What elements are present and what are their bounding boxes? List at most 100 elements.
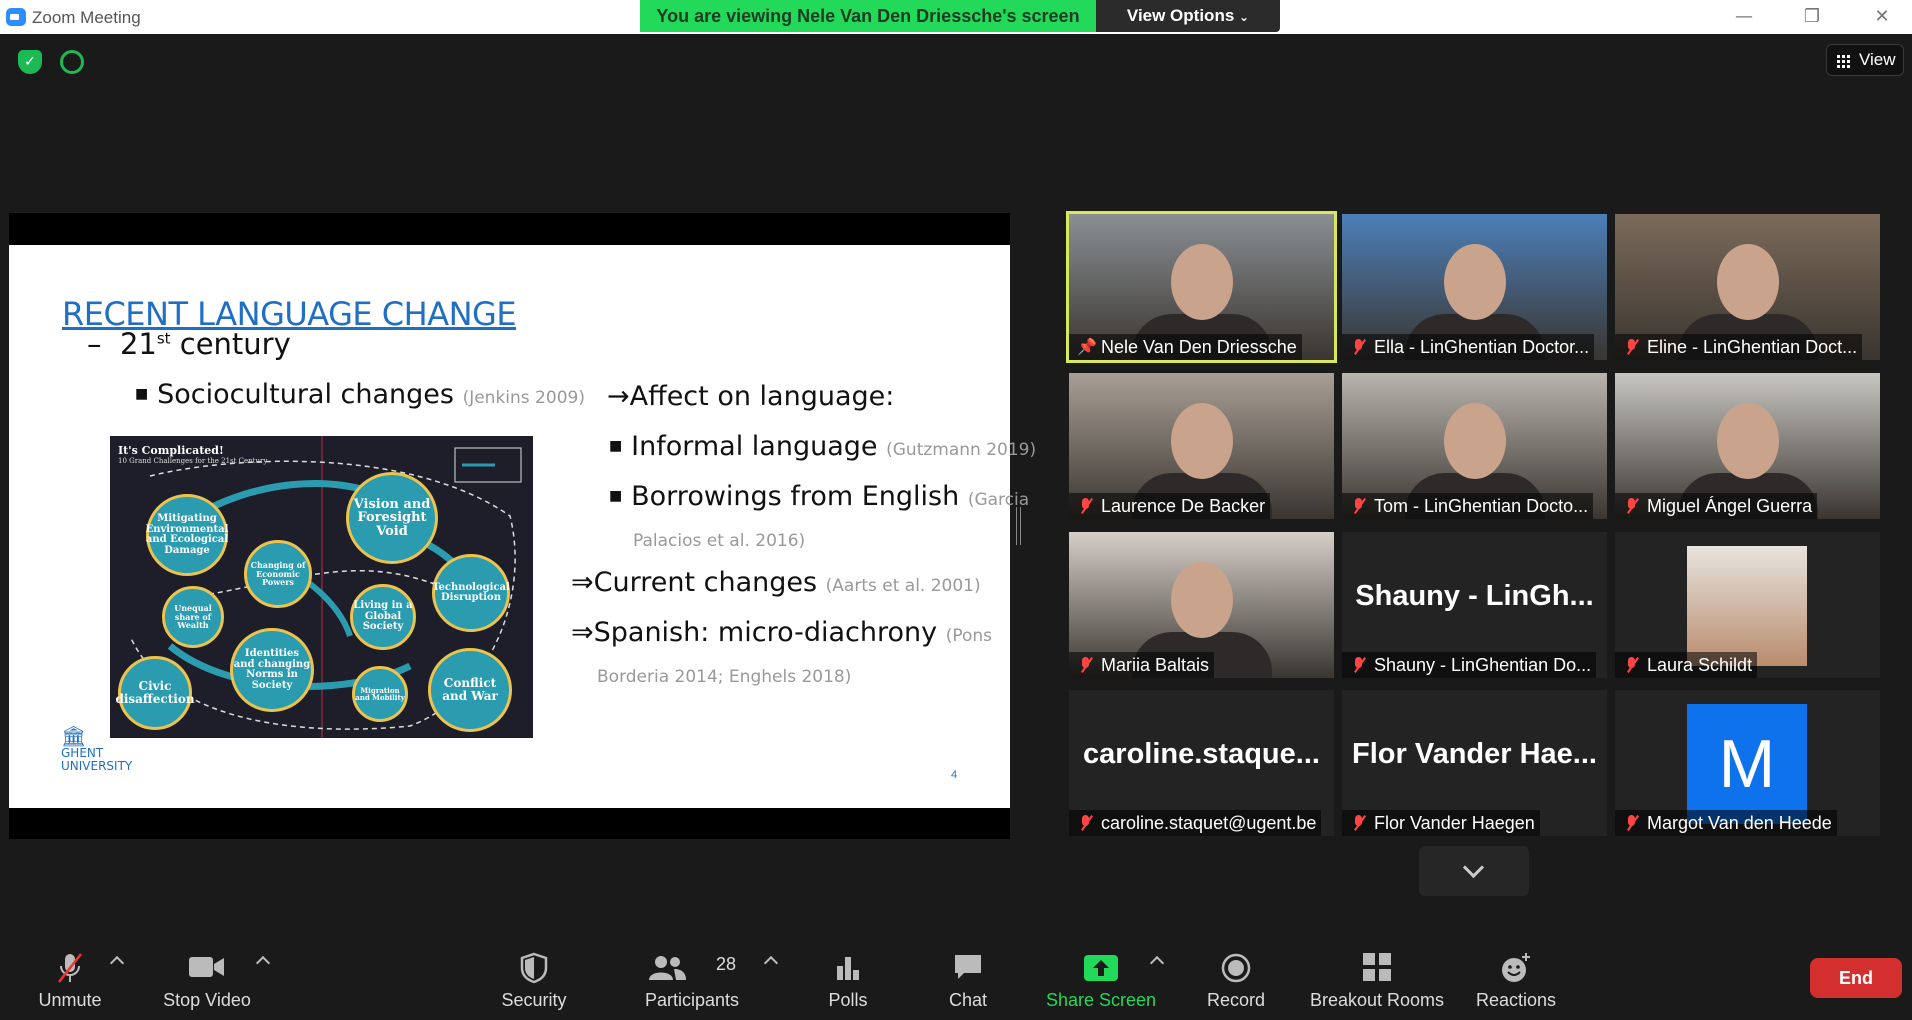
split-resize-handle[interactable] xyxy=(1016,507,1021,545)
restore-icon[interactable]: ❐ xyxy=(1782,2,1842,32)
muted-mic-icon xyxy=(1077,656,1095,674)
participant-name-label: Nele Van Den Driessche xyxy=(1069,334,1302,360)
profile-photo xyxy=(1687,546,1807,666)
century-rest: century xyxy=(170,327,291,361)
participant-tile[interactable]: Tom - LinGhentian Docto... xyxy=(1342,373,1607,519)
network-status-icon[interactable] xyxy=(60,50,84,74)
stop-video-label: Stop Video xyxy=(163,990,251,1010)
security-label: Security xyxy=(501,990,567,1010)
citation-cont: Borderia 2014; Enghels 2018) xyxy=(597,667,852,687)
minimize-icon[interactable]: — xyxy=(1714,2,1774,32)
reactions-label: Reactions xyxy=(1475,990,1557,1010)
window-title: Zoom Meeting xyxy=(32,8,141,27)
participant-tile[interactable]: Ella - LinGhentian Doctor... xyxy=(1342,214,1607,360)
share-screen-label: Share Screen xyxy=(1045,990,1157,1010)
breakout-rooms-button[interactable]: Breakout Rooms xyxy=(1304,936,1450,1020)
security-button[interactable]: Security xyxy=(484,936,584,1020)
bubble-wealth: Unequal share of Wealth xyxy=(162,586,224,648)
breakout-rooms-label: Breakout Rooms xyxy=(1309,990,1445,1010)
participant-tile[interactable]: Nele Van Den Driessche 📌 xyxy=(1066,211,1337,363)
bullet-sociocultural: ■ Sociocultural changes (Jenkins 2009) xyxy=(135,379,585,410)
bubble-vision: Vision and Foresight Void xyxy=(346,472,438,564)
participant-silhouette xyxy=(1170,562,1233,638)
double-arrow-icon: ⇒ xyxy=(571,617,594,648)
participant-tile[interactable]: Mariia Baltais xyxy=(1069,532,1334,678)
muted-mic-icon xyxy=(1623,656,1641,674)
slide-number: 4 xyxy=(951,769,958,781)
participant-name-label: Tom - LinGhentian Docto... xyxy=(1342,493,1594,519)
building-icon: 🏛 xyxy=(61,724,87,748)
participant-silhouette xyxy=(1170,403,1233,479)
record-icon xyxy=(1221,953,1251,983)
participants-button[interactable]: Participants xyxy=(632,936,752,1020)
participant-display-name: Flor Vander Hae... xyxy=(1352,738,1597,770)
logo-line-2: UNIVERSITY xyxy=(61,759,133,773)
muted-mic-icon xyxy=(1077,814,1095,832)
security-shield-icon[interactable]: ✓ xyxy=(18,50,42,74)
participant-tile[interactable]: Eline - LinGhentian Doct... xyxy=(1615,214,1880,360)
double-arrow-icon: ⇒ xyxy=(571,567,594,598)
participant-silhouette xyxy=(1443,244,1506,320)
affect-heading: →Affect on language: xyxy=(607,381,894,412)
century-number: 21 xyxy=(119,327,157,361)
muted-mic-icon xyxy=(1350,814,1368,832)
muted-mic-icon xyxy=(1350,497,1368,515)
citation: (Aarts et al. 2001) xyxy=(825,576,981,596)
view-label: View xyxy=(1859,50,1896,69)
chat-label: Chat xyxy=(948,990,988,1010)
participant-name-label: Ella - LinGhentian Doctor... xyxy=(1342,334,1595,360)
muted-mic-icon xyxy=(1077,497,1095,515)
participant-name-label: caroline.staquet@ugent.be xyxy=(1069,810,1322,836)
unmute-label: Unmute xyxy=(38,990,102,1010)
participants-options-caret[interactable] xyxy=(763,955,779,971)
reactions-smiley-icon xyxy=(1502,953,1530,982)
grand-challenges-figure: It's Complicated! 10 Grand Challenges fo… xyxy=(110,436,533,738)
participant-tile[interactable]: Miguel Ángel Guerra xyxy=(1615,373,1880,519)
video-camera-icon xyxy=(189,957,224,977)
informal-text: Informal language xyxy=(631,431,878,462)
participant-gallery: Nele Van Den Driessche 📌 Ella - LinGhentia… xyxy=(1065,211,1885,836)
participant-tile[interactable]: caroline.staque... caroline.staquet@ugent… xyxy=(1069,690,1334,836)
pin-icon: 📌 xyxy=(1077,337,1097,356)
participant-silhouette xyxy=(1716,403,1779,479)
participant-tile[interactable]: M Margot Van den Heede xyxy=(1615,690,1880,836)
participant-display-name: caroline.staque... xyxy=(1083,738,1320,770)
stop-video-button[interactable]: Stop Video xyxy=(152,936,262,1020)
bubble-economic: Changing of Economic Powers xyxy=(244,540,312,608)
current-changes: ⇒Current changes (Aarts et al. 2001) xyxy=(571,567,981,598)
view-layout-button[interactable]: View xyxy=(1826,44,1904,76)
record-button[interactable]: Record xyxy=(1186,936,1286,1020)
bubble-environment: Mitigating Environmental and Ecological … xyxy=(146,494,228,576)
participant-silhouette xyxy=(1716,244,1779,320)
muted-mic-icon xyxy=(1623,338,1641,356)
chat-button[interactable]: Chat xyxy=(918,936,1018,1020)
spanish-text: Spanish: micro-diachrony xyxy=(593,617,938,648)
grid-icon xyxy=(1837,54,1851,68)
participant-name-label: Miguel Ángel Guerra xyxy=(1615,493,1818,519)
bullet-borrowings: ■ Borrowings from English (Garcia xyxy=(609,481,1029,512)
share-screen-button[interactable]: Share Screen xyxy=(1044,936,1158,1020)
close-icon[interactable]: ✕ xyxy=(1852,2,1912,32)
participant-tile[interactable]: Shauny - LinGh... Shauny - LinGhentian Do… xyxy=(1342,532,1607,678)
muted-mic-icon xyxy=(1623,497,1641,515)
arrow-right-icon: → xyxy=(607,381,630,412)
view-options-button[interactable]: View Options ⌄ xyxy=(1096,0,1280,32)
participant-tile[interactable]: Laurence De Backer xyxy=(1069,373,1334,519)
record-label: Record xyxy=(1206,990,1266,1010)
next-page-chevron-icon[interactable] xyxy=(1419,846,1529,896)
end-meeting-button[interactable]: End xyxy=(1810,958,1902,998)
participant-tile[interactable]: Flor Vander Hae... Flor Vander Haegen xyxy=(1342,690,1607,836)
muted-mic-icon xyxy=(1350,338,1368,356)
participant-silhouette xyxy=(1170,244,1233,320)
unmute-button[interactable]: Unmute xyxy=(20,936,120,1020)
participant-tile[interactable]: Laura Schildt xyxy=(1615,532,1880,678)
figure-title: It's Complicated! xyxy=(118,444,224,457)
citation-cont: Palacios et al. 2016) xyxy=(633,531,806,551)
ghent-university-logo: 🏛 GHENT UNIVERSITY xyxy=(61,725,132,773)
participant-name-label: Shauny - LinGhentian Do... xyxy=(1342,652,1597,678)
view-options-label: View Options xyxy=(1126,6,1235,25)
affect-text: Affect on language: xyxy=(629,381,895,412)
polls-button[interactable]: Polls xyxy=(798,936,898,1020)
citation: (Jenkins 2009) xyxy=(462,388,585,408)
reactions-button[interactable]: Reactions xyxy=(1466,936,1566,1020)
